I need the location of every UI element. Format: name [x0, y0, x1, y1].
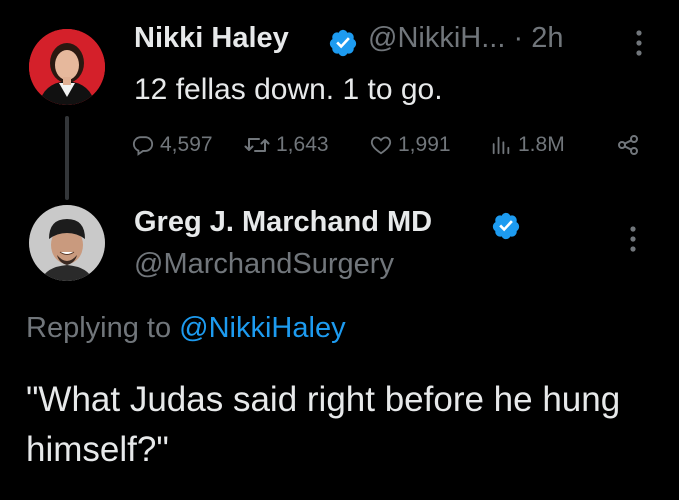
- reply-icon: [132, 136, 154, 156]
- like-icon: [370, 136, 392, 155]
- thread-connector-line: [65, 116, 69, 200]
- views-button[interactable]: 1.8M: [490, 130, 565, 160]
- retweet-button[interactable]: 1,643: [244, 130, 329, 160]
- reply-button[interactable]: 4,597: [132, 130, 213, 160]
- more-icon[interactable]: [632, 28, 646, 58]
- like-count: 1,991: [398, 133, 451, 156]
- retweet-count: 1,643: [276, 133, 329, 156]
- tweet1-text: 12 fellas down. 1 to go.: [134, 73, 443, 106]
- tweet1-handle[interactable]: @NikkiH...: [368, 22, 505, 54]
- share-icon[interactable]: [616, 133, 640, 157]
- tweet2-display-name[interactable]: Greg J. Marchand MD: [134, 206, 432, 239]
- tweet2-text: "What Judas said right before he hung hi…: [26, 380, 621, 469]
- avatar-nikki-haley[interactable]: [29, 29, 105, 105]
- replying-to-mention[interactable]: @NikkiHaley: [179, 312, 345, 344]
- tweet2-handle[interactable]: @MarchandSurgery: [134, 248, 394, 281]
- reply-count: 4,597: [160, 133, 213, 156]
- time-separator: ·: [513, 22, 524, 54]
- replying-to-line: Replying to @NikkiHaley: [26, 312, 346, 345]
- tweet1-display-name[interactable]: Nikki Haley: [134, 22, 289, 55]
- tweet1-timestamp[interactable]: 2h: [531, 22, 563, 54]
- more-icon[interactable]: [626, 224, 640, 254]
- replying-to-label: Replying to: [26, 312, 172, 344]
- views-icon: [492, 136, 510, 155]
- tweet1-handle-time[interactable]: @NikkiH... · 2h: [368, 22, 563, 55]
- like-button[interactable]: 1,991: [370, 130, 451, 160]
- avatar-greg-marchand[interactable]: [29, 205, 105, 281]
- profile-photo: [29, 205, 105, 281]
- retweet-icon: [244, 138, 270, 152]
- verified-badge-icon: [329, 29, 357, 57]
- views-count: 1.8M: [518, 133, 565, 156]
- profile-photo: [29, 29, 105, 105]
- verified-badge-icon: [492, 212, 520, 240]
